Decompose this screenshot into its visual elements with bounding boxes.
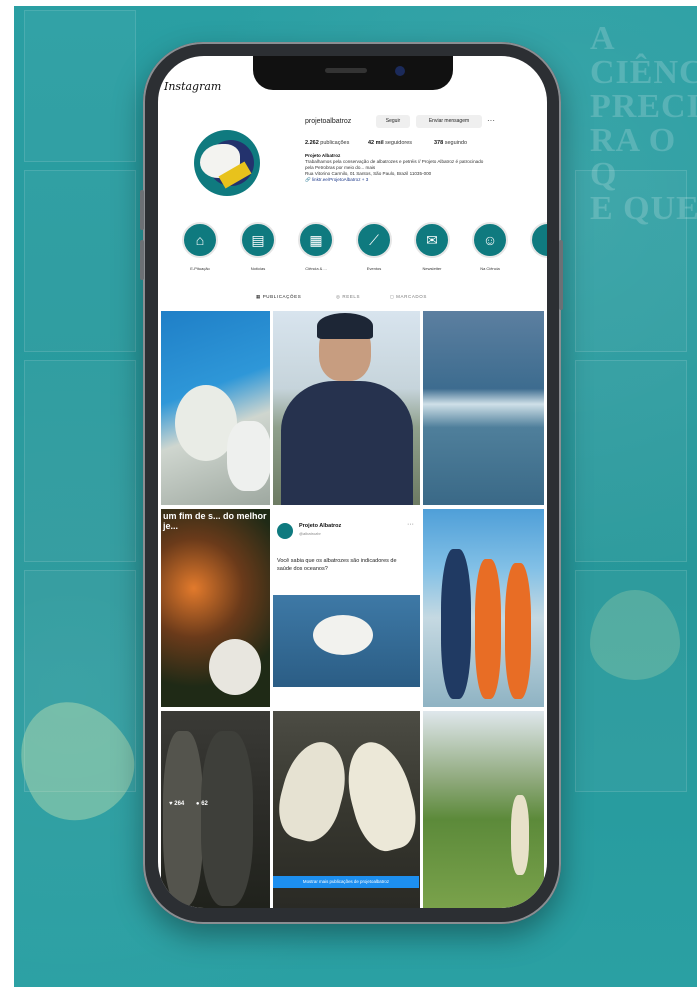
- card-avatar: [277, 523, 293, 539]
- tab-tagged[interactable]: ◻ MARCADOS: [390, 294, 427, 300]
- headline-line: RA O Q: [590, 122, 677, 193]
- heart-icon: ♥: [169, 801, 173, 807]
- background-headline: A CIÊNC PRECIS RA O Q E QUE: [590, 22, 697, 226]
- phone-side-button: [140, 240, 144, 280]
- instagram-logo[interactable]: Instagram: [164, 80, 221, 93]
- post-thumbnail[interactable]: um fim de s... do melhor je...: [161, 509, 270, 707]
- bg-tile: [575, 360, 687, 562]
- home-icon: ⌂: [182, 222, 218, 258]
- highlight-item[interactable]: ☺ Na Ciência: [470, 222, 510, 271]
- highlight-item[interactable]: ⌂ E-Pituação: [180, 222, 220, 271]
- following-number: 378: [434, 140, 444, 146]
- bg-tile: [24, 170, 136, 352]
- headline-line: E QUE: [590, 190, 697, 227]
- posts-number: 2.262: [305, 140, 319, 146]
- bg-tile: [24, 10, 136, 162]
- following-label: seguindo: [444, 140, 468, 146]
- tab-posts[interactable]: ▦ PUBLICAÇÕES: [256, 294, 301, 300]
- person-image: [505, 563, 531, 699]
- profile-tabs: ▦ PUBLICAÇÕES ◎ REELS ◻ MARCADOS: [158, 292, 547, 306]
- posts-label: publicações: [320, 140, 350, 146]
- post-stats-overlay: ♥ 264 ● 62: [169, 801, 208, 807]
- posts-count: 2.262 publicações: [305, 140, 349, 146]
- bio-link[interactable]: 🔗 linktr.ee/ProjetoAlbatroz + 3: [305, 177, 545, 183]
- person-image: [441, 549, 471, 699]
- highlight-label: Notícias: [250, 266, 266, 271]
- person-image: [475, 559, 501, 699]
- post-card[interactable]: Projeto Albatroz @albatrozbr ··· Você sa…: [273, 509, 420, 707]
- card-text: Você sabia que os albatrozes são indicad…: [277, 558, 397, 572]
- card-more-icon[interactable]: ···: [407, 521, 414, 528]
- envelope-icon: ✉: [414, 222, 450, 258]
- camera-icon: [395, 66, 405, 76]
- highlight-item[interactable]: ▤ Notícias: [238, 222, 278, 271]
- post-thumbnail[interactable]: ♥ 264 ● 62: [161, 711, 270, 908]
- albatross-image: [313, 615, 373, 655]
- card-image: [273, 595, 420, 687]
- more-options-icon[interactable]: ···: [487, 116, 495, 125]
- hook-icon: ⟋: [356, 222, 392, 258]
- people-icon: ☺: [472, 222, 508, 258]
- profile-avatar[interactable]: [194, 130, 260, 196]
- highlight-label: E-Pituação: [190, 266, 210, 271]
- post-thumbnail[interactable]: [161, 311, 270, 505]
- chart-icon: ▦: [298, 222, 334, 258]
- albatross-image: [209, 639, 261, 695]
- person-image: [511, 795, 529, 875]
- follow-button[interactable]: Seguir: [376, 115, 410, 128]
- highlight-item[interactable]: ▦ Ciência & ...: [296, 222, 336, 271]
- likes-count: 264: [174, 801, 185, 807]
- phone-screen: Instagram projetoalbatroz Seguir Enviar …: [158, 56, 547, 908]
- phone-side-button: [140, 190, 144, 230]
- document-icon: ▤: [240, 222, 276, 258]
- highlight-item[interactable]: ⟋ Eventos: [354, 222, 394, 271]
- card-name: Projeto Albatroz: [299, 523, 342, 529]
- headline-line: A CIÊNC: [590, 20, 697, 91]
- followers-label: seguidores: [385, 140, 413, 146]
- glove-image: [227, 421, 270, 491]
- post-thumbnail[interactable]: [423, 311, 544, 505]
- comment-icon: ●: [195, 801, 200, 807]
- jacket-image: [281, 381, 413, 505]
- followers-number: 42 mil: [368, 140, 384, 146]
- followers-count[interactable]: 42 mil seguidores: [368, 140, 412, 146]
- highlight-item[interactable]: ✉ Newsletter: [412, 222, 452, 271]
- bg-tile: [24, 360, 136, 562]
- profile-username: projetoalbatroz: [305, 118, 352, 125]
- post-thumbnail[interactable]: [273, 311, 420, 505]
- albatross-image: [337, 735, 420, 857]
- highlight-item-partial[interactable]: [528, 222, 547, 258]
- highlight-label: Newsletter: [422, 266, 442, 271]
- left-border: [0, 0, 14, 987]
- following-count[interactable]: 378 seguindo: [434, 140, 467, 146]
- post-thumbnail[interactable]: [423, 509, 544, 707]
- post-overlay-text: um fim de s... do melhor je...: [163, 511, 267, 531]
- story-highlights: ⌂ E-Pituação ▤ Notícias ▦ Ciência & ... …: [180, 222, 547, 282]
- post-thumbnail[interactable]: [423, 711, 544, 908]
- phone-power-button: [559, 240, 563, 310]
- person-image: [201, 731, 253, 906]
- card-handle: @albatrozbr: [299, 531, 321, 536]
- posts-grid: um fim de s... do melhor je... Projeto A…: [161, 311, 544, 908]
- phone-notch: [253, 56, 453, 90]
- headline-line: PRECIS: [590, 88, 697, 125]
- beanie-icon: [317, 313, 373, 339]
- highlight-label: Eventos: [366, 266, 382, 271]
- message-button[interactable]: Enviar mensagem: [416, 115, 482, 128]
- tab-reels[interactable]: ◎ REELS: [336, 294, 360, 300]
- more-posts-button[interactable]: Mostrar mais publicações de projetoalbat…: [273, 876, 419, 888]
- top-border: [0, 0, 697, 6]
- highlight-icon: [530, 222, 547, 258]
- person-image: [163, 731, 203, 906]
- albatross-image: [273, 734, 355, 848]
- speaker-icon: [325, 68, 367, 73]
- profile-bio: Projeto Albatroz Trabalhamos pela conser…: [305, 153, 545, 183]
- comments-count: 62: [201, 801, 208, 807]
- highlight-label: Ciência & ...: [305, 266, 327, 271]
- highlight-label: Na Ciência: [480, 266, 500, 271]
